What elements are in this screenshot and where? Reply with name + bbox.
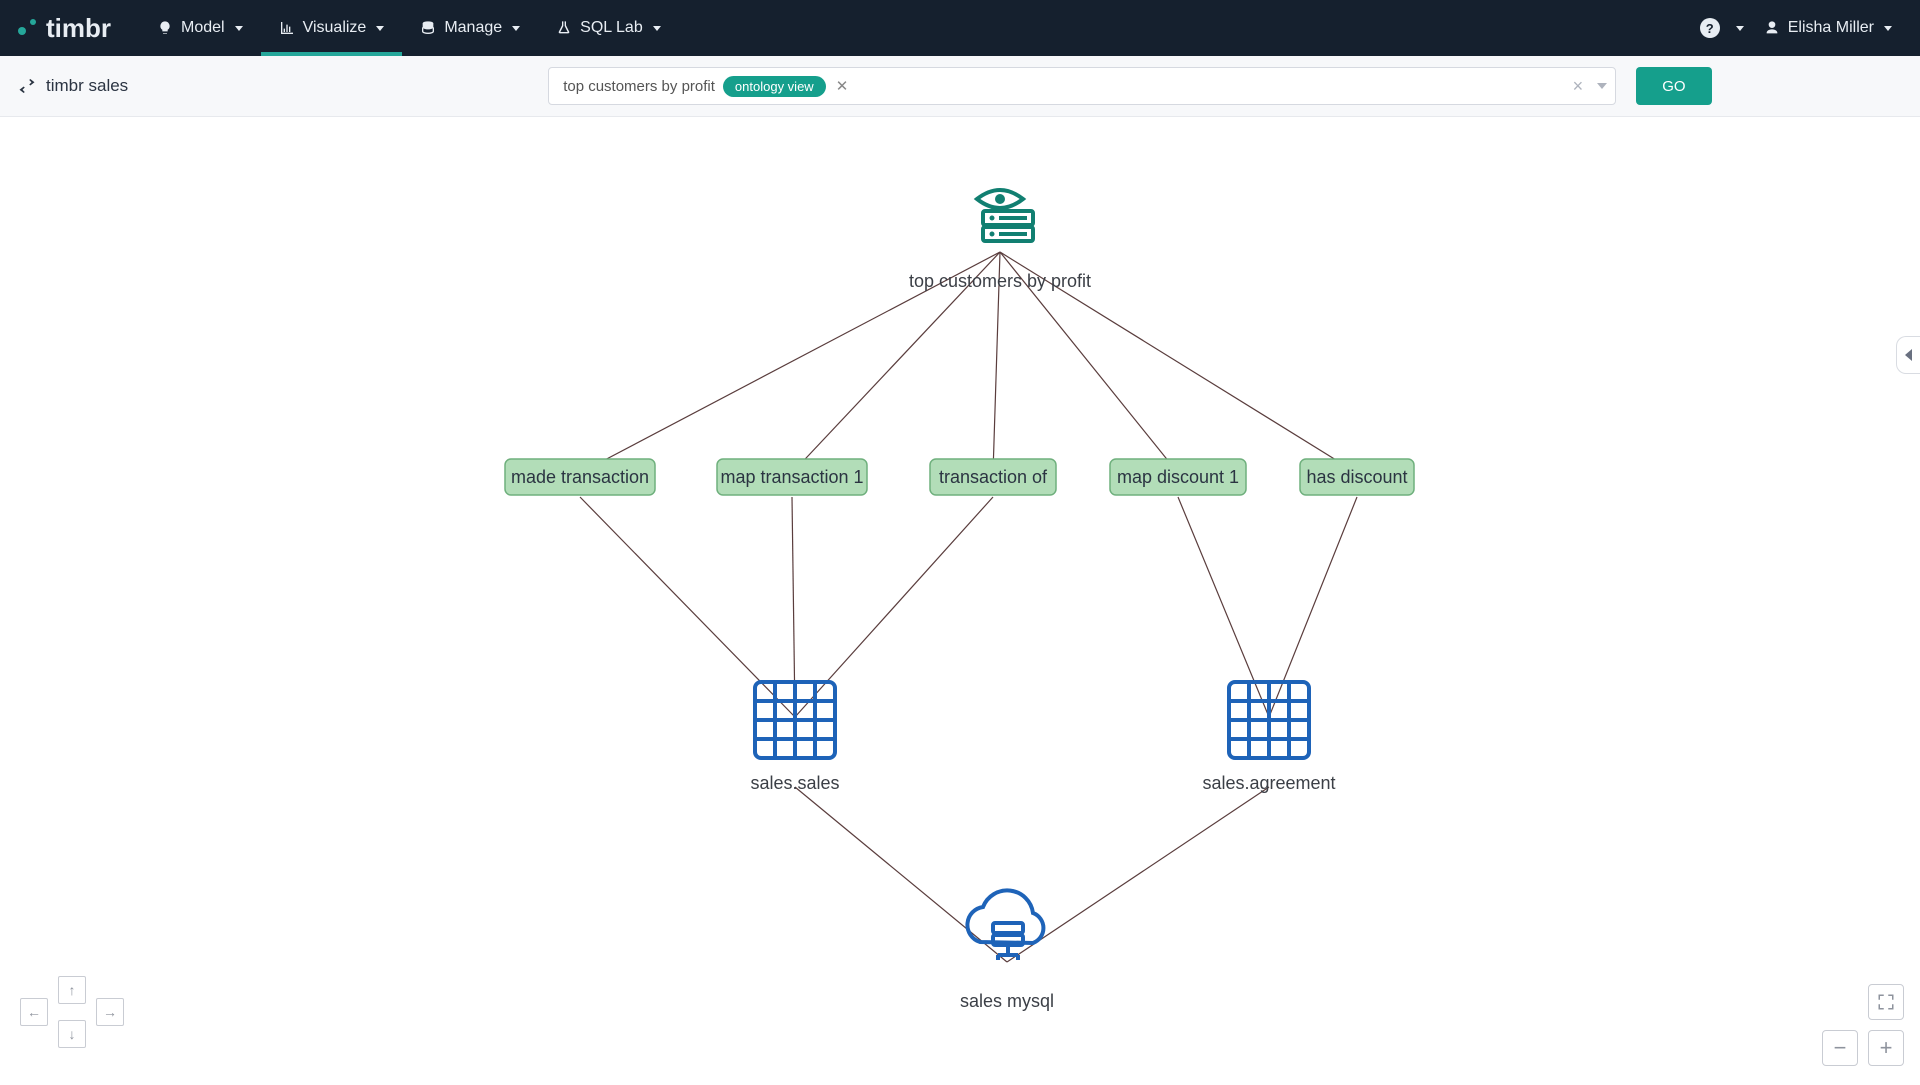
pan-up-button[interactable]: ↑ xyxy=(58,976,86,1004)
go-button[interactable]: GO xyxy=(1636,67,1711,105)
nav-model-label: Model xyxy=(181,19,225,37)
node-m3-label: transaction of xyxy=(939,467,1048,487)
breadcrumb-text: timbr sales xyxy=(46,76,128,96)
fullscreen-icon xyxy=(1877,993,1895,1011)
nav-model[interactable]: Model xyxy=(139,0,261,56)
nav-help[interactable]: ? xyxy=(1690,0,1754,56)
node-m4-label: map discount 1 xyxy=(1117,467,1239,487)
zoom-in-button[interactable]: + xyxy=(1868,1030,1904,1066)
zoom-out-button[interactable]: − xyxy=(1822,1030,1858,1066)
pan-left-button[interactable]: ← xyxy=(20,998,48,1026)
chevron-down-icon xyxy=(1736,26,1744,31)
breadcrumb[interactable]: timbr sales xyxy=(18,76,128,96)
brand[interactable]: timbr xyxy=(18,13,111,44)
brand-logo-icon xyxy=(18,17,40,39)
search-input[interactable]: top customers by profit ontology view ✕ … xyxy=(548,67,1616,105)
lightbulb-icon xyxy=(157,20,173,36)
chevron-down-icon xyxy=(512,26,520,31)
node-m2-label: map transaction 1 xyxy=(720,467,863,487)
top-navbar: timbr Model Visualize Manage SQL Lab ? xyxy=(0,0,1920,56)
pan-controls: ↑ ← → ↓ xyxy=(16,976,136,1066)
pan-right-button[interactable]: → xyxy=(96,998,124,1026)
node-t2-label: sales.agreement xyxy=(1202,773,1335,793)
zoom-controls: − + xyxy=(1822,984,1904,1066)
nav-manage[interactable]: Manage xyxy=(402,0,538,56)
brand-text: timbr xyxy=(46,13,111,44)
node-m1[interactable]: made transaction xyxy=(505,459,655,495)
node-t2[interactable]: sales.agreement xyxy=(1202,682,1335,793)
user-icon xyxy=(1764,20,1780,36)
nav-user-name: Elisha Miller xyxy=(1788,19,1874,37)
nav-sqllab[interactable]: SQL Lab xyxy=(538,0,679,56)
lineage-canvas[interactable]: top customers by profit made transaction… xyxy=(0,117,1920,1080)
help-icon: ? xyxy=(1700,18,1720,38)
node-m5-label: has discount xyxy=(1306,467,1407,487)
swap-icon xyxy=(18,77,36,95)
node-ds-label: sales mysql xyxy=(960,991,1054,1011)
chevron-down-icon xyxy=(1884,26,1892,31)
chip-remove-icon[interactable]: ✕ xyxy=(836,77,849,95)
chevron-down-icon xyxy=(235,26,243,31)
nav-visualize-label: Visualize xyxy=(303,19,367,37)
chart-icon xyxy=(279,20,295,36)
chevron-down-icon xyxy=(376,26,384,31)
nav-manage-label: Manage xyxy=(444,19,502,37)
nav-visualize[interactable]: Visualize xyxy=(261,0,403,56)
search-chip[interactable]: ontology view xyxy=(723,76,826,97)
database-icon xyxy=(420,20,436,36)
node-m5[interactable]: has discount xyxy=(1300,459,1414,495)
chevron-down-icon[interactable] xyxy=(1597,83,1607,89)
node-t1[interactable]: sales.sales xyxy=(750,682,839,793)
flask-icon xyxy=(556,20,572,36)
sub-toolbar: timbr sales top customers by profit onto… xyxy=(0,56,1920,117)
nav-user[interactable]: Elisha Miller xyxy=(1754,0,1902,56)
search-text: top customers by profit xyxy=(563,78,715,95)
node-root[interactable]: top customers by profit xyxy=(909,190,1091,291)
node-m4[interactable]: map discount 1 xyxy=(1110,459,1246,495)
node-root-label: top customers by profit xyxy=(909,271,1091,291)
node-m2[interactable]: map transaction 1 xyxy=(717,459,867,495)
node-m3[interactable]: transaction of xyxy=(930,459,1056,495)
search-clear-icon[interactable]: × xyxy=(1573,76,1584,97)
node-ds[interactable]: sales mysql xyxy=(960,890,1054,1011)
node-t1-label: sales.sales xyxy=(750,773,839,793)
node-m1-label: made transaction xyxy=(511,467,649,487)
pan-down-button[interactable]: ↓ xyxy=(58,1020,86,1048)
nav-sqllab-label: SQL Lab xyxy=(580,19,643,37)
chevron-down-icon xyxy=(653,26,661,31)
fit-screen-button[interactable] xyxy=(1868,984,1904,1020)
right-panel-toggle[interactable] xyxy=(1896,336,1920,374)
